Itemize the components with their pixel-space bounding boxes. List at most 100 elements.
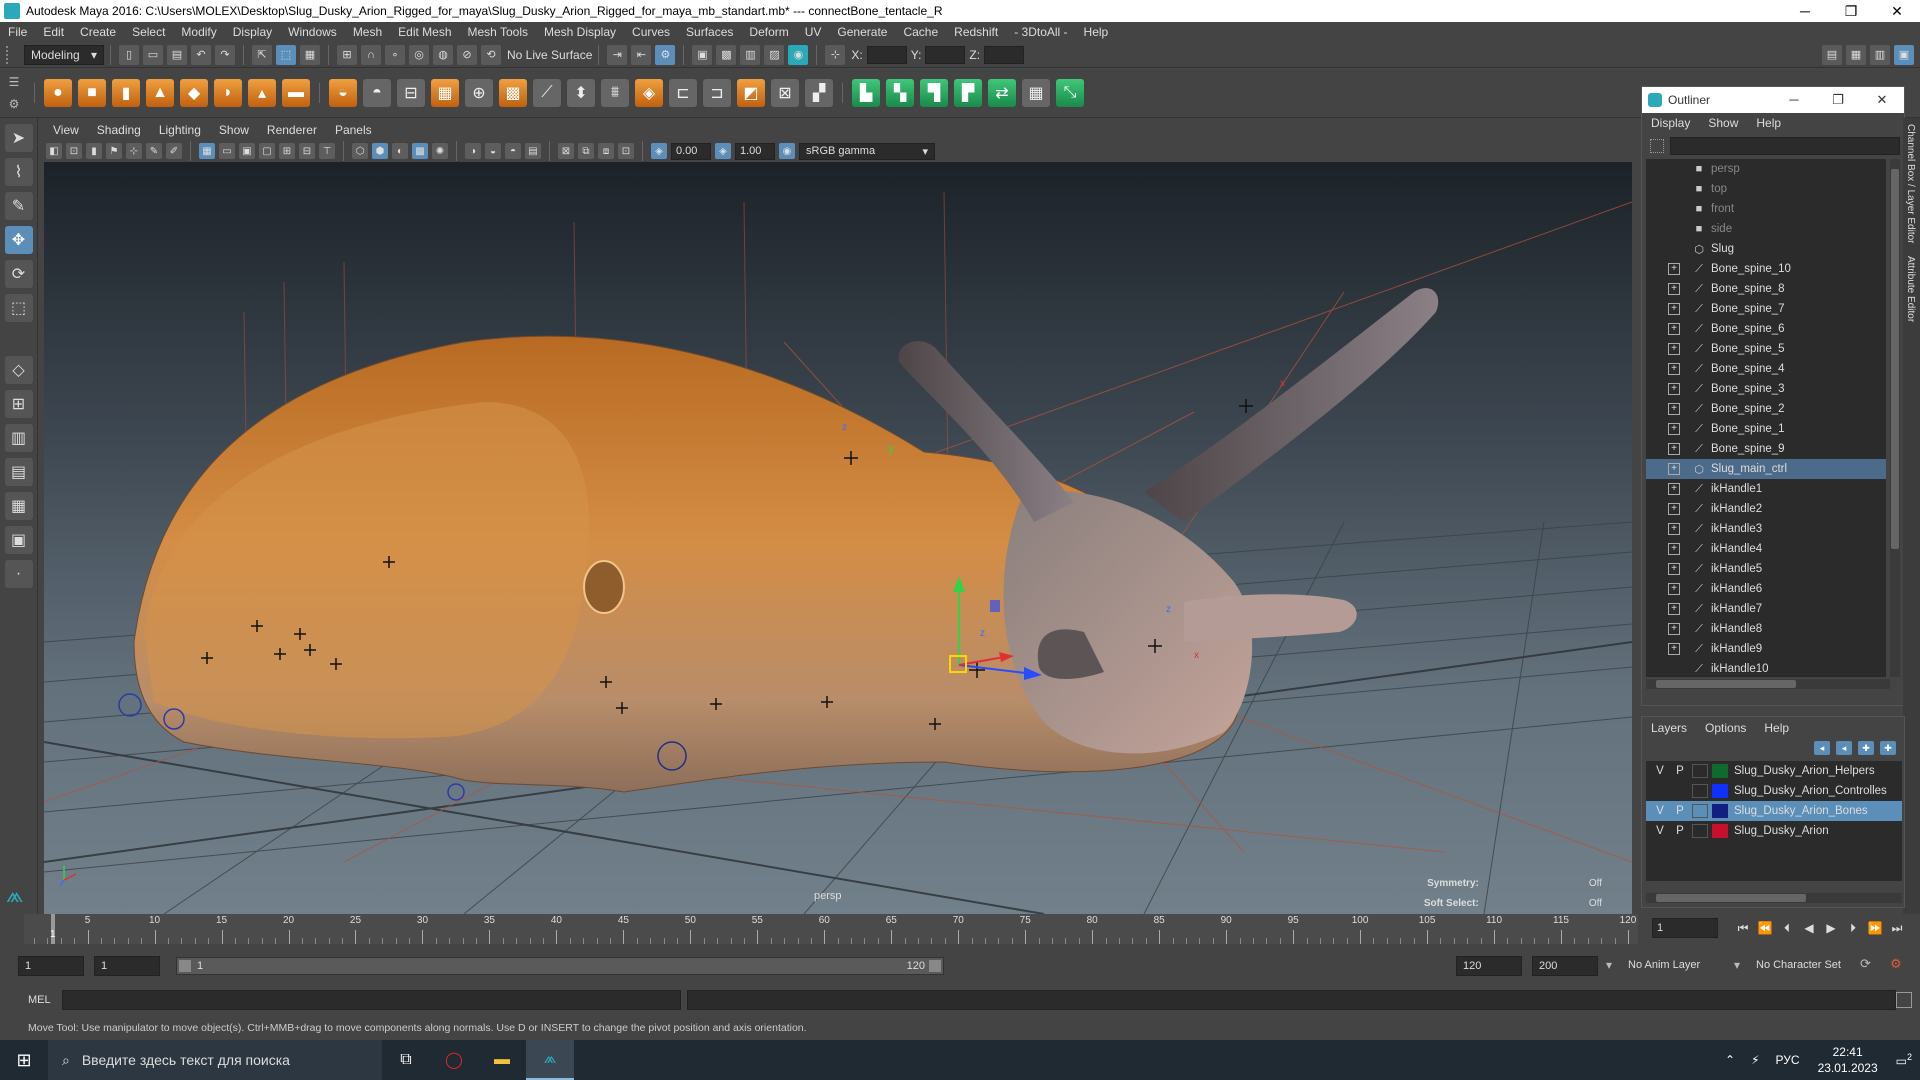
scale-tool-icon[interactable]: ⬚: [4, 294, 33, 322]
menu-help[interactable]: Help: [1076, 25, 1117, 39]
tool-settings-toggle-icon[interactable]: ▥: [1870, 44, 1890, 65]
xray-icon[interactable]: ⧉: [578, 143, 594, 159]
outliner-item[interactable]: + ⟋ Bone_spine_3: [1646, 379, 1886, 399]
outliner-item[interactable]: + ⟋ ikHandle2: [1646, 499, 1886, 519]
layer-display-type-toggle[interactable]: [1692, 804, 1708, 818]
anim-layer-label[interactable]: No Anim Layer: [1628, 959, 1700, 971]
chevron-down-icon[interactable]: ▾: [1606, 958, 1612, 972]
offset-edge-loop-icon[interactable]: ⊐: [703, 78, 731, 107]
z-field[interactable]: [984, 45, 1025, 64]
expand-icon[interactable]: +: [1668, 563, 1680, 575]
grease-pencil-icon[interactable]: ✐: [166, 143, 182, 159]
menu-generate[interactable]: Generate: [829, 25, 895, 39]
new-layer-icon[interactable]: ✚: [1858, 741, 1874, 755]
menu-display[interactable]: Display: [225, 25, 280, 39]
outliner-vertical-scrollbar[interactable]: [1890, 159, 1900, 677]
playback-end-field[interactable]: 120: [1456, 956, 1522, 976]
attribute-editor-toggle-icon[interactable]: ▦: [1846, 44, 1866, 65]
expand-icon[interactable]: +: [1668, 463, 1680, 475]
maximize-button[interactable]: ❐: [1816, 92, 1860, 108]
grid-icon[interactable]: ▦: [199, 143, 215, 159]
layer-color-swatch[interactable]: [1712, 824, 1728, 838]
outliner-item[interactable]: + ⟋ Bone_spine_10: [1646, 259, 1886, 279]
snap-curve-icon[interactable]: ∩: [361, 44, 381, 65]
viewport-menu-lighting[interactable]: Lighting: [150, 123, 210, 137]
bevel-icon[interactable]: ⩩: [601, 78, 629, 107]
default-material-icon[interactable]: ◐: [392, 143, 408, 159]
mode-selector[interactable]: Modeling ▾: [24, 44, 104, 65]
command-language-label[interactable]: MEL: [0, 994, 54, 1006]
expand-icon[interactable]: +: [1668, 503, 1680, 515]
outliner-item[interactable]: ■ side: [1646, 219, 1886, 239]
combine-icon[interactable]: ◒: [329, 78, 357, 107]
taskbar-search[interactable]: ⌕ Введите здесь текст для поиска: [48, 1040, 382, 1080]
command-input[interactable]: [61, 990, 682, 1010]
outliner-menu-display[interactable]: Display: [1642, 116, 1699, 130]
ipr-render-icon[interactable]: ▥: [740, 44, 761, 65]
field-chart-icon[interactable]: ⊞: [279, 143, 295, 159]
outliner-item[interactable]: + ⬡ Slug_main_ctrl: [1646, 459, 1886, 479]
layer-playback-toggle[interactable]: P: [1672, 765, 1688, 777]
menu-3dtoall[interactable]: - 3DtoAll -: [1006, 25, 1075, 39]
opera-icon[interactable]: ◯: [430, 1040, 478, 1080]
poly-sphere-icon[interactable]: ●: [44, 78, 72, 107]
close-button[interactable]: ✕: [1874, 0, 1920, 22]
menu-edit-mesh[interactable]: Edit Mesh: [390, 25, 459, 39]
gate-mask-icon[interactable]: ▢: [259, 143, 275, 159]
menu-file[interactable]: File: [0, 25, 35, 39]
select-hierarchy-icon[interactable]: ⇱: [252, 44, 272, 65]
film-gate-icon[interactable]: ▭: [219, 143, 235, 159]
time-slider[interactable]: 5 10 15 20 25 30 35 40 45 50 55 60 65 70 75 80 85 90 95 100…: [0, 914, 1920, 950]
lasso-tool-icon[interactable]: ⌇: [4, 158, 33, 186]
uv-cut-sew-icon[interactable]: ⇄: [988, 78, 1016, 107]
menu-deform[interactable]: Deform: [741, 25, 796, 39]
perspective-outliner-layout-icon[interactable]: ▥: [4, 424, 33, 452]
outliner-item[interactable]: ⟋ ikHandle10: [1646, 659, 1886, 677]
menu-mesh-display[interactable]: Mesh Display: [536, 25, 624, 39]
snap-surface-icon[interactable]: ◍: [433, 44, 453, 65]
layer-visibility-toggle[interactable]: V: [1652, 825, 1668, 837]
chevron-down-icon[interactable]: ▾: [1734, 958, 1740, 972]
outliner-item[interactable]: ⬡ Slug: [1646, 239, 1886, 259]
menu-curves[interactable]: Curves: [624, 25, 678, 39]
step-back-key-icon[interactable]: ⏪: [1756, 919, 1774, 937]
menu-select[interactable]: Select: [124, 25, 173, 39]
file-explorer-icon[interactable]: ▬: [478, 1040, 526, 1080]
menu-mesh[interactable]: Mesh: [345, 25, 390, 39]
layer-row[interactable]: V P Slug_Dusky_Arion_Helpers: [1646, 761, 1902, 781]
expand-icon[interactable]: +: [1668, 623, 1680, 635]
poly-pyramid-icon[interactable]: ▴: [248, 78, 276, 107]
time-slider-track[interactable]: 5 10 15 20 25 30 35 40 45 50 55 60 65 70 75 80 85 90 95 100…: [24, 914, 1638, 944]
layer-playback-toggle[interactable]: P: [1672, 805, 1688, 817]
input-ops-icon[interactable]: ⇥: [607, 44, 628, 65]
expand-icon[interactable]: +: [1668, 343, 1680, 355]
perspective-graph-layout-icon[interactable]: ▤: [4, 458, 33, 486]
uv-automatic-icon[interactable]: ▛: [954, 78, 982, 107]
viewport-menu-panels[interactable]: Panels: [326, 123, 381, 137]
current-frame-field[interactable]: 1: [1652, 918, 1718, 938]
bridge-icon[interactable]: ◈: [635, 78, 663, 107]
play-backwards-icon[interactable]: ◀: [1800, 919, 1818, 937]
two-d-pan-icon[interactable]: ✎: [146, 143, 162, 159]
smooth-shade-icon[interactable]: ⬢: [372, 143, 388, 159]
menu-cache[interactable]: Cache: [895, 25, 946, 39]
render-settings-icon[interactable]: ▨: [764, 44, 785, 65]
view-transform-dropdown[interactable]: sRGB gamma ▾: [799, 142, 935, 160]
layer-color-swatch[interactable]: [1712, 764, 1728, 778]
outliner-item[interactable]: + ⟋ ikHandle9: [1646, 639, 1886, 659]
poly-cylinder-icon[interactable]: ▮: [112, 78, 140, 107]
layer-visibility-toggle[interactable]: V: [1652, 765, 1668, 777]
x-field[interactable]: [866, 45, 907, 64]
open-scene-icon[interactable]: ▭: [143, 44, 163, 65]
poly-cube-icon[interactable]: ■: [78, 78, 106, 107]
menu-windows[interactable]: Windows: [280, 25, 345, 39]
move-tool-icon[interactable]: ✥: [4, 226, 33, 254]
select-tool-icon[interactable]: ➤: [4, 124, 33, 152]
menu-mesh-tools[interactable]: Mesh Tools: [460, 25, 536, 39]
outliner-item[interactable]: + ⟋ Bone_spine_7: [1646, 299, 1886, 319]
hypershade-icon[interactable]: ◉: [788, 44, 809, 65]
menu-surfaces[interactable]: Surfaces: [678, 25, 741, 39]
anti-aliasing-icon[interactable]: ▤: [525, 143, 541, 159]
expand-icon[interactable]: +: [1668, 603, 1680, 615]
y-field[interactable]: [925, 45, 966, 64]
